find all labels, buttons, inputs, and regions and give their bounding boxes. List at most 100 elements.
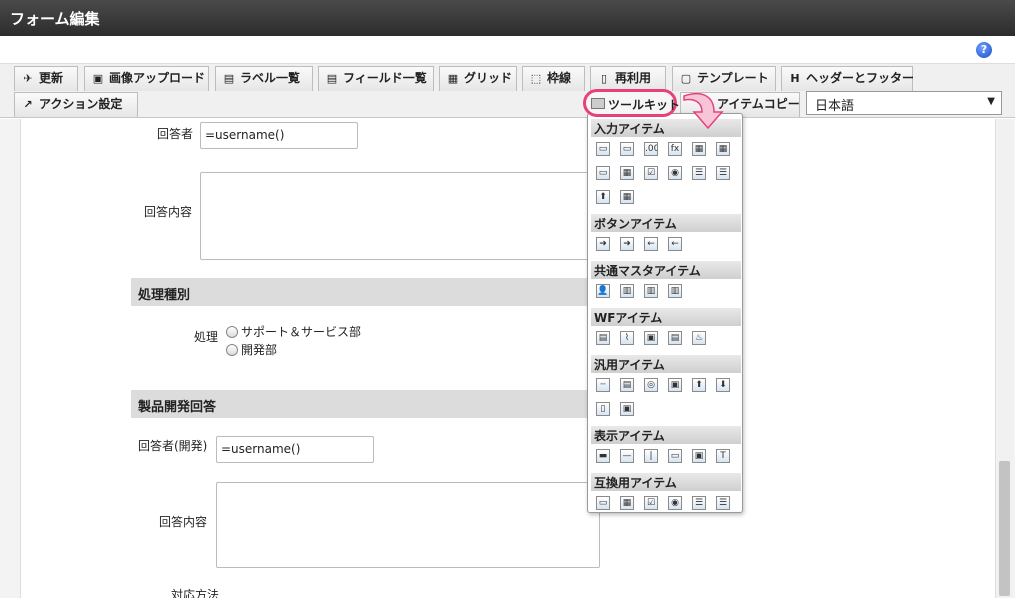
field-list-button[interactable]: ▤ フィールド一覧 [318,66,434,91]
toolkit-item-icon[interactable]: ☰ [692,166,706,180]
toolkit-item-icon[interactable]: ▣ [644,331,658,345]
help-bar: ? [0,36,1015,64]
toolkit-item-icon[interactable]: ☰ [692,496,706,510]
content-label: 回答内容 [144,205,193,219]
toolkit-item-icon[interactable]: ▥ [668,284,682,298]
toolkit-item-icon[interactable]: ▣ [668,378,682,392]
template-icon: ▢ [680,72,692,85]
header-footer-button[interactable]: H ヘッダーとフッター [781,66,914,91]
toolkit-item-icon[interactable]: ◉ [668,496,682,510]
toolkit-row: ┄ ▤ ◎ ▣ ⬆ ⬇ [596,378,730,392]
toolkit-item-icon[interactable]: ▤ [668,331,682,345]
process-option-support[interactable]: サポート＆サービス部 [226,323,361,340]
method-label: 対応方法 [171,588,220,598]
grid-button[interactable]: ▦ グリッド [439,66,517,91]
label-list-icon: ▤ [223,72,235,85]
toolkit-item-icon[interactable]: ◉ [668,166,682,180]
form-canvas-area: 回答者 =username() 回答内容 処理種別 処理 サポート＆サービス部 … [0,119,1015,598]
update-icon: ✈ [23,72,33,85]
toolkit-item-icon[interactable]: ▭ [596,142,610,156]
toolkit-item-icon[interactable]: ▤ [596,331,610,345]
toolkit-item-icon[interactable]: ▦ [716,142,730,156]
toolkit-row: ▯ ▣ [596,402,634,416]
toolkit-item-icon[interactable]: ▯ [596,402,610,416]
toolkit-item-icon[interactable]: fx [668,142,682,156]
action-icon: ↗ [23,98,33,111]
toolkit-item-icon[interactable]: ▬ [596,449,610,463]
content-textarea[interactable] [200,172,600,260]
toolkit-section-wf: WFアイテム [591,308,741,326]
chevron-down-icon: ▼ [987,96,995,107]
toolkit-item-icon[interactable]: ┄ [596,378,610,392]
toolbox-icon [591,98,605,109]
toolkit-panel: 入力アイテム ▭ ▭ .00 fx ▦ ▦ ▭ ▦ ☑ ◉ ☰ ☰ ⬆ ▦ ボタンアイテム ➜ ➜ ← ← 共通マスタア… [587,113,743,513]
form-canvas: 回答者 =username() 回答内容 処理種別 処理 サポート＆サービス部 … [20,119,996,598]
toolkit-item-icon[interactable]: ➜ [596,237,610,251]
toolkit-item-icon[interactable]: ⬆ [692,378,706,392]
toolkit-item-icon[interactable]: ▦ [620,496,634,510]
header-icon: H [790,72,800,85]
toolkit-item-icon[interactable]: 👤 [596,284,610,298]
toolkit-section-compat: 互換用アイテム [591,473,741,491]
toolkit-item-icon[interactable]: ☑ [644,166,658,180]
toolkit-item-icon[interactable]: ▭ [668,449,682,463]
toolkit-row: ⬆ ▦ [596,190,634,204]
toolkit-item-icon[interactable]: ♨ [692,331,706,345]
toolkit-button[interactable]: ツールキット [583,89,680,117]
toolkit-row: 👤 ▥ ▥ ▥ [596,284,682,298]
vertical-scrollbar[interactable] [997,119,1013,598]
scroll-thumb[interactable] [999,461,1010,596]
arrow-indicator-icon [683,92,724,130]
toolkit-item-icon[interactable]: ▣ [692,449,706,463]
dev-content-textarea[interactable] [216,482,600,568]
dev-responder-label: 回答者(開発) [138,439,208,453]
toolkit-item-icon[interactable]: ← [668,237,682,251]
toolkit-item-icon[interactable]: ▭ [596,166,610,180]
border-button[interactable]: ⬚ 枠線 [522,66,585,91]
toolkit-item-icon[interactable]: ← [644,237,658,251]
toolkit-item-icon[interactable]: ➜ [620,237,634,251]
help-icon[interactable]: ? [976,42,992,58]
window-title: フォーム編集 [0,0,1015,36]
toolkit-item-icon[interactable]: T [716,449,730,463]
toolkit-item-icon[interactable]: ◎ [644,378,658,392]
responder-input[interactable]: =username() [200,122,358,149]
toolkit-item-icon[interactable]: .00 [644,142,658,156]
toolkit-item-icon[interactable]: ☰ [716,166,730,180]
toolkit-item-icon[interactable]: ▦ [620,166,634,180]
language-select[interactable]: 日本語 ▼ [806,91,1002,115]
radio-icon [226,343,238,356]
toolkit-item-icon[interactable]: ▣ [620,402,634,416]
toolkit-row: ▬ — | ▭ ▣ T [596,449,730,463]
toolkit-item-icon[interactable]: ▦ [620,190,634,204]
image-icon: ▣ [92,72,104,85]
toolkit-item-icon[interactable]: ☑ [644,496,658,510]
toolkit-item-icon[interactable]: ▥ [644,284,658,298]
toolkit-row: ▭ ▦ ☑ ◉ ☰ ☰ [596,496,730,510]
dev-responder-input[interactable]: =username() [216,436,374,463]
toolkit-section-button: ボタンアイテム [591,214,741,232]
toolkit-item-icon[interactable]: — [620,449,634,463]
toolkit-item-icon[interactable]: ▤ [620,378,634,392]
radio-icon [226,325,238,338]
toolkit-item-icon[interactable]: | [644,449,658,463]
toolkit-row: ▭ ▭ .00 fx ▦ ▦ [596,142,730,156]
reuse-button[interactable]: ▯ 再利用 [590,66,666,91]
toolkit-item-icon[interactable]: ☰ [716,496,730,510]
toolkit-item-icon[interactable]: ▦ [692,142,706,156]
toolkit-item-icon[interactable]: ▭ [620,142,634,156]
toolkit-section-display: 表示アイテム [591,426,741,444]
image-upload-button[interactable]: ▣ 画像アップロード [84,66,209,91]
update-button[interactable]: ✈ 更新 [14,66,78,91]
toolkit-item-icon[interactable]: ▭ [596,496,610,510]
responder-label: 回答者 [157,127,194,141]
toolkit-item-icon[interactable]: ▥ [620,284,634,298]
toolkit-item-icon[interactable]: ⌇ [620,331,634,345]
process-label: 処理 [194,330,219,344]
toolkit-item-icon[interactable]: ⬇ [716,378,730,392]
action-setting-button[interactable]: ↗ アクション設定 [14,92,138,117]
reuse-icon: ▯ [600,72,608,85]
label-list-button[interactable]: ▤ ラベル一覧 [215,66,313,91]
toolkit-item-icon[interactable]: ⬆ [596,190,610,204]
process-option-dev[interactable]: 開発部 [226,341,277,358]
